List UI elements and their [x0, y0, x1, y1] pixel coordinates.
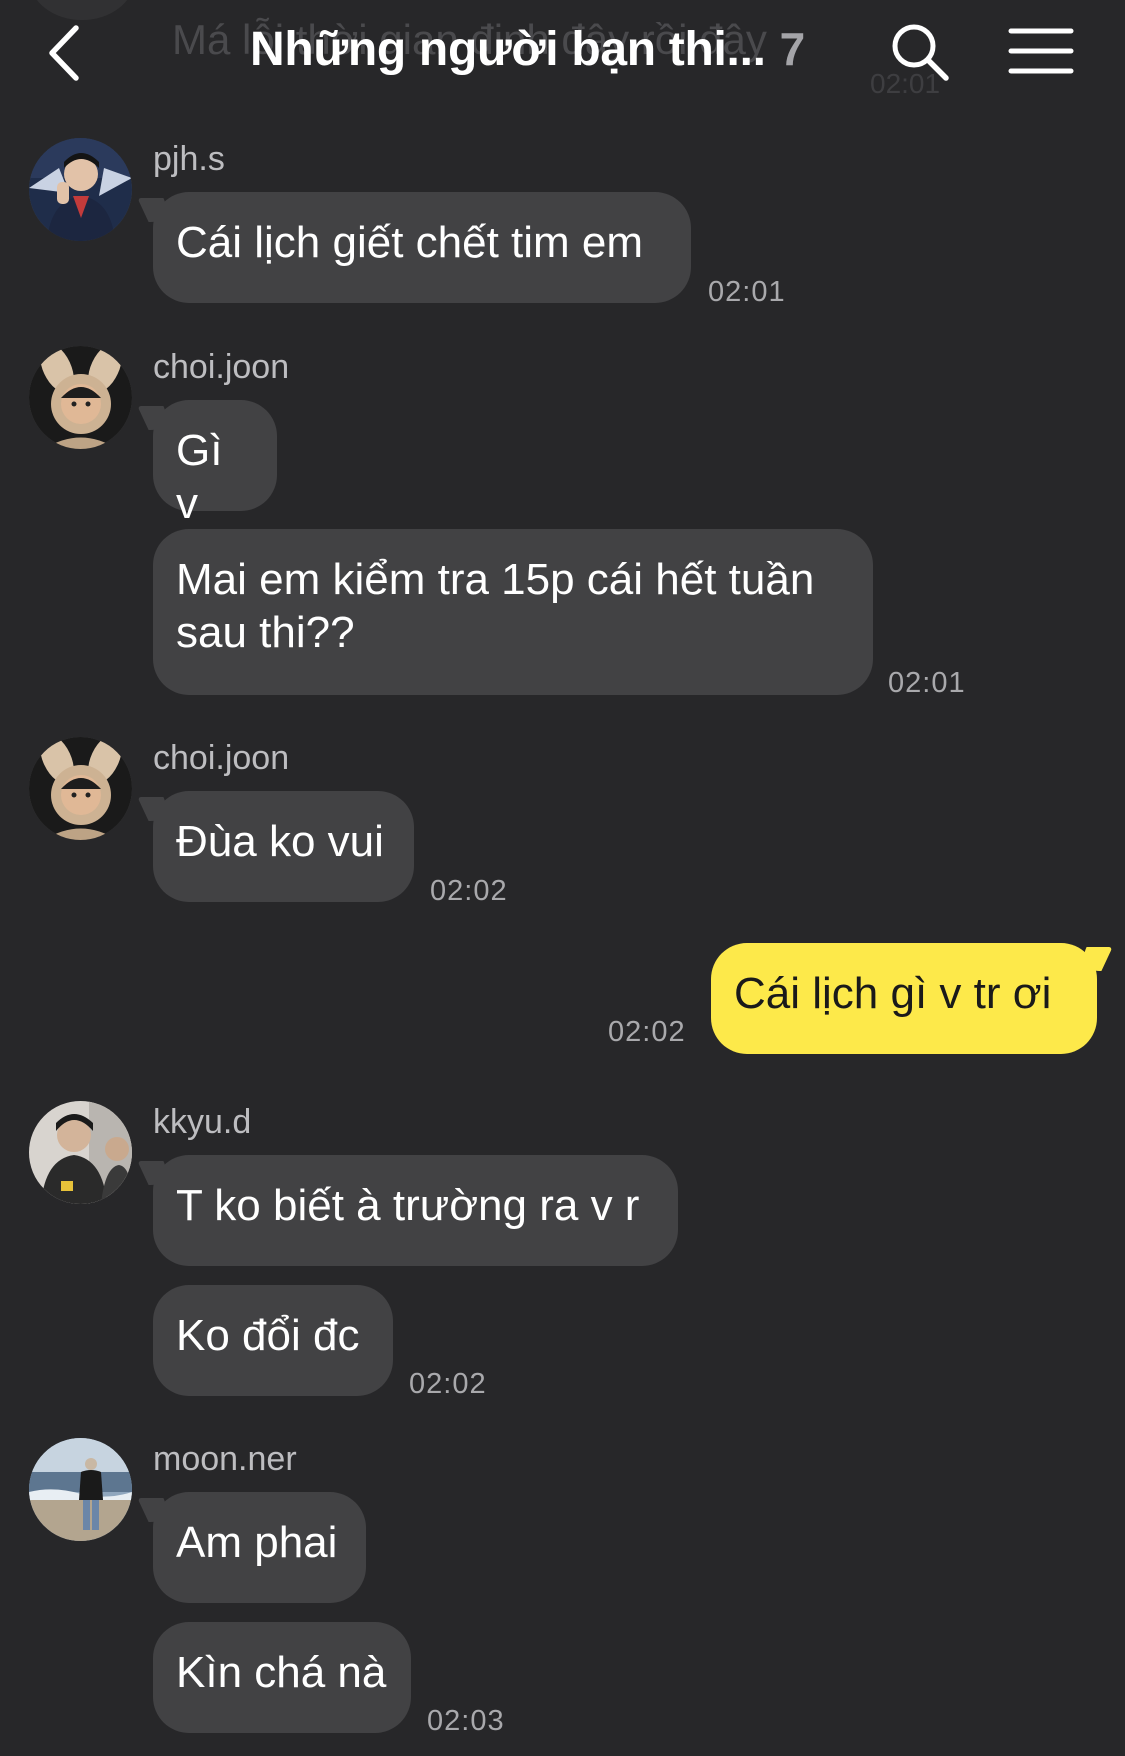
message-text: Cái lịch gì v tr ơi [734, 969, 1052, 1018]
profile-photo [29, 1101, 132, 1204]
scrolled-avatar [30, 0, 134, 20]
avatar-kkyu-d[interactable] [29, 1101, 132, 1204]
message-time: 02:01 [888, 667, 966, 699]
avatar-choi-joon[interactable] [29, 346, 132, 449]
message-time: 02:02 [430, 875, 508, 907]
message-bubble[interactable]: Mai em kiểm tra 15p cái hết tuần sau thi… [153, 529, 873, 695]
message-text: Đùa ko vui [176, 817, 384, 866]
profile-photo [29, 737, 132, 840]
message-bubble[interactable]: Am phai [153, 1492, 366, 1603]
message-bubble[interactable]: T ko biết à trường ra v r [153, 1155, 678, 1266]
menu-button[interactable] [1008, 26, 1074, 76]
search-button[interactable] [888, 20, 952, 84]
member-count: 7 [779, 23, 806, 75]
sender-name: kkyu.d [153, 1103, 252, 1141]
profile-photo [29, 346, 132, 449]
profile-photo [29, 1438, 132, 1541]
message-text: Am phai [176, 1518, 338, 1567]
message-text: Ko đổi đc [176, 1311, 360, 1360]
message-bubble[interactable]: Gì v [153, 400, 277, 528]
message-bubble[interactable]: Ko đổi đc [153, 1285, 393, 1396]
message-time: 02:03 [427, 1705, 505, 1737]
chat-header: Má lỗi thời gian định đây rồi đây 02:01 … [0, 0, 1125, 110]
message-text: Cái lịch giết chết tim em [176, 218, 644, 267]
message-bubble[interactable]: Kìn chá nà [153, 1622, 411, 1733]
message-bubble[interactable]: Cái lịch giết chết tim em [153, 192, 691, 303]
message-bubble[interactable]: Đùa ko vui [153, 791, 414, 902]
message-text: Gì v [176, 426, 223, 528]
avatar-choi-joon[interactable] [29, 737, 132, 840]
message-text: Kìn chá nà [176, 1648, 387, 1697]
sender-name: moon.ner [153, 1440, 297, 1478]
message-time: 02:02 [409, 1368, 487, 1400]
chat-screen: Má lỗi thời gian định đây rồi đây 02:01 … [0, 0, 1125, 1756]
message-text-line: sau thi?? [176, 608, 355, 657]
sender-name: choi.joon [153, 739, 290, 777]
back-arrow-icon [49, 25, 79, 81]
sender-name: choi.joon [153, 348, 290, 386]
profile-photo [29, 138, 132, 241]
message-time: 02:01 [708, 276, 786, 308]
message-text-line: Mai em kiểm tra 15p cái hết tuần [176, 555, 815, 604]
avatar-moon-ner[interactable] [29, 1438, 132, 1541]
search-icon [892, 24, 949, 81]
back-button[interactable] [38, 18, 98, 88]
chat-room-name: Những người bạn thi... [250, 23, 766, 76]
my-message-bubble[interactable]: Cái lịch gì v tr ơi [711, 943, 1097, 1054]
chat-title[interactable]: Những người bạn thi... 7 [250, 22, 805, 77]
message-text: T ko biết à trường ra v r [176, 1181, 640, 1230]
sender-name: pjh.s [153, 140, 225, 178]
hamburger-menu-icon [1008, 28, 1074, 74]
message-time: 02:02 [608, 1016, 686, 1048]
avatar-pjh-s[interactable] [29, 138, 132, 241]
